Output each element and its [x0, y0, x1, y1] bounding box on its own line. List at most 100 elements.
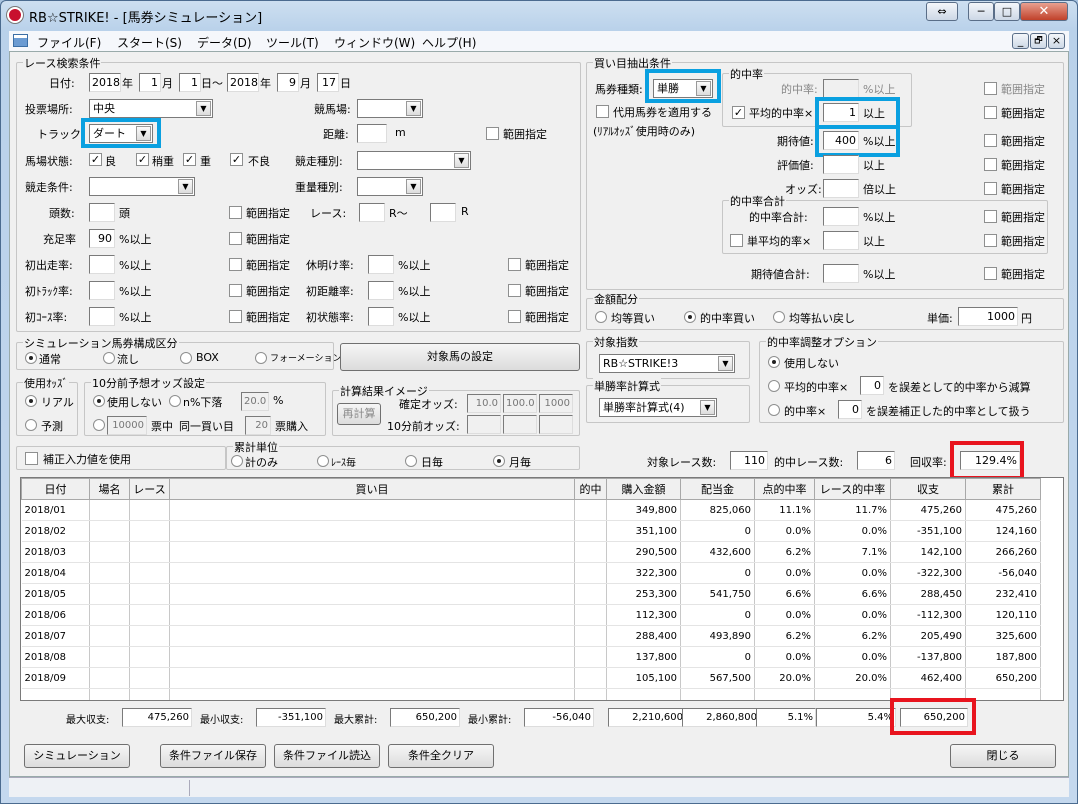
first-condition-range-checkbox[interactable]: [508, 310, 521, 323]
col-venue[interactable]: 場名: [89, 478, 130, 500]
date-from-day-input[interactable]: 1: [179, 73, 201, 92]
col-point-hit[interactable]: 点的中率: [754, 478, 815, 500]
table-row[interactable]: 2018/09 105,100 567,500 20.0% 20.0% 462,400 65…: [21, 667, 1041, 689]
same-bet-input[interactable]: 20: [245, 416, 271, 435]
cond-heavy-checkbox[interactable]: ✓: [183, 153, 196, 166]
date-to-month-input[interactable]: 9: [277, 73, 299, 92]
odds-range-checkbox[interactable]: [984, 182, 997, 195]
first-condition-rate-input[interactable]: [368, 307, 394, 326]
col-hit[interactable]: 的中: [574, 478, 607, 500]
unit-race-radio[interactable]: [317, 455, 329, 467]
pre10-none-radio[interactable]: [93, 395, 105, 407]
odds-predict-radio[interactable]: [25, 419, 37, 431]
cond-good-checkbox[interactable]: ✓: [89, 153, 102, 166]
even-buy-radio[interactable]: [595, 311, 607, 323]
fill-rate-input[interactable]: 90: [89, 229, 115, 248]
save-conditions-button[interactable]: 条件ファイル保存: [160, 744, 266, 768]
hit-sum-input[interactable]: [823, 207, 859, 226]
col-purchase[interactable]: 購入金額: [606, 478, 681, 500]
adjust-hit-input[interactable]: 0: [838, 400, 862, 419]
distance-range-checkbox[interactable]: [486, 127, 499, 140]
venue-select[interactable]: 中央 ▼: [89, 99, 213, 118]
table-row[interactable]: 2018/01 349,800 825,060 11.1% 11.7% 475,260 47…: [21, 499, 1041, 521]
single-avg-checkbox[interactable]: [730, 234, 743, 247]
table-row[interactable]: 2018/07 288,400 493,890 6.2% 6.2% 205,490 325,…: [21, 625, 1041, 647]
menu-tools[interactable]: ツール(T): [266, 34, 319, 51]
distance-input[interactable]: [357, 124, 387, 143]
table-row[interactable]: 2018/05 253,300 541,750 6.6% 6.6% 288,450 232,…: [21, 583, 1041, 605]
title-bar[interactable]: RB☆STRIKE! - [馬券シミュレーション] ⇔ ─ □ ✕: [1, 1, 1077, 29]
first-distance-range-checkbox[interactable]: [508, 284, 521, 297]
first-course-range-checkbox[interactable]: [229, 310, 242, 323]
menu-data[interactable]: データ(D): [197, 34, 252, 51]
avg-hit-checkbox[interactable]: ✓: [732, 106, 745, 119]
hit-range-checkbox[interactable]: [984, 82, 997, 95]
cond-bad-checkbox[interactable]: ✓: [230, 153, 243, 166]
col-date[interactable]: 日付: [21, 478, 90, 500]
layoff-rate-input[interactable]: [368, 255, 394, 274]
target-horse-button[interactable]: 対象馬の設定: [340, 343, 580, 371]
close-window-button[interactable]: ✕: [1020, 2, 1068, 21]
col-race[interactable]: レース: [129, 478, 170, 500]
hit-rate-input[interactable]: [823, 79, 859, 98]
table-row[interactable]: 2018/08 137,800 0 0.0% 0.0% -137,800 187,800: [21, 646, 1041, 668]
clear-conditions-button[interactable]: 条件全クリア: [388, 744, 494, 768]
adjust-hit-radio[interactable]: [768, 404, 780, 416]
menu-start[interactable]: スタート(S): [117, 34, 182, 51]
mdi-close-button[interactable]: ×: [1048, 33, 1065, 49]
mdi-restore-button[interactable]: 🗗: [1030, 33, 1047, 49]
mdi-minimize-button[interactable]: _: [1012, 33, 1029, 49]
sim-normal-radio[interactable]: [25, 352, 37, 364]
recalc-button[interactable]: 再計算: [337, 403, 381, 425]
proxy-bet-checkbox[interactable]: [596, 105, 609, 118]
avg-hit-range-checkbox[interactable]: [984, 106, 997, 119]
menu-help[interactable]: ヘルプ(H): [422, 34, 476, 51]
date-from-month-input[interactable]: 1: [139, 73, 161, 92]
col-cumulative[interactable]: 累計: [965, 478, 1041, 500]
win-rate-calc-select[interactable]: 単勝率計算式(4) ▼: [599, 398, 717, 417]
table-row[interactable]: 2018/03 290,500 432,600 6.2% 7.1% 142,100 266,…: [21, 541, 1041, 563]
track-place-select[interactable]: ▼: [357, 99, 423, 118]
heads-range-checkbox[interactable]: [229, 206, 242, 219]
correction-checkbox[interactable]: [25, 452, 38, 465]
simulation-button[interactable]: シミュレーション: [24, 744, 130, 768]
race-to-input[interactable]: [430, 203, 456, 222]
weight-kind-select[interactable]: ▼: [357, 177, 423, 196]
heads-input[interactable]: [89, 203, 115, 222]
date-to-year-input[interactable]: 2018: [227, 73, 259, 92]
first-track-rate-input[interactable]: [89, 281, 115, 300]
maximize-button[interactable]: □: [994, 2, 1020, 21]
pre10-votes-radio[interactable]: [93, 419, 105, 431]
evaluation-range-checkbox[interactable]: [984, 158, 997, 171]
even-payout-radio[interactable]: [773, 311, 785, 323]
hit-rate-buy-radio[interactable]: [684, 311, 696, 323]
odds-input[interactable]: [823, 179, 859, 198]
col-payout[interactable]: 配当金: [680, 478, 755, 500]
race-kind-select[interactable]: ▼: [357, 151, 471, 170]
index-select[interactable]: RB☆STRIKE!3 ▼: [599, 354, 735, 373]
adjust-none-radio[interactable]: [768, 356, 780, 368]
expectation-sum-input[interactable]: [823, 264, 859, 283]
first-course-rate-input[interactable]: [89, 307, 115, 326]
fill-rate-range-checkbox[interactable]: [229, 232, 242, 245]
table-row[interactable]: 2018/06 112,300 0 0.0% 0.0% -112,300 120,110: [21, 604, 1041, 626]
date-from-year-input[interactable]: 2018: [89, 73, 121, 92]
close-button[interactable]: 閉じる: [950, 744, 1056, 768]
table-row[interactable]: 2018/02 351,100 0 0.0% 0.0% -351,100 124,160: [21, 520, 1041, 542]
pre10-pct-input[interactable]: 20.0: [241, 392, 269, 411]
expectation-sum-range-checkbox[interactable]: [984, 267, 997, 280]
odds-real-radio[interactable]: [25, 395, 37, 407]
minimize-button[interactable]: ─: [968, 2, 994, 21]
single-avg-range-checkbox[interactable]: [984, 234, 997, 247]
unit-total-radio[interactable]: [231, 455, 243, 467]
pre10-votes-input[interactable]: 10000: [107, 416, 147, 435]
adjust-avg-radio[interactable]: [768, 380, 780, 392]
sim-box-radio[interactable]: [180, 352, 192, 364]
unit-month-radio[interactable]: [493, 455, 505, 467]
col-bet[interactable]: 買い目: [169, 478, 575, 500]
pre10-drop-radio[interactable]: [169, 395, 181, 407]
menu-file[interactable]: ファイル(F): [37, 34, 101, 51]
expectation-range-checkbox[interactable]: [984, 134, 997, 147]
restore-layout-button[interactable]: ⇔: [926, 2, 958, 21]
first-track-range-checkbox[interactable]: [229, 284, 242, 297]
